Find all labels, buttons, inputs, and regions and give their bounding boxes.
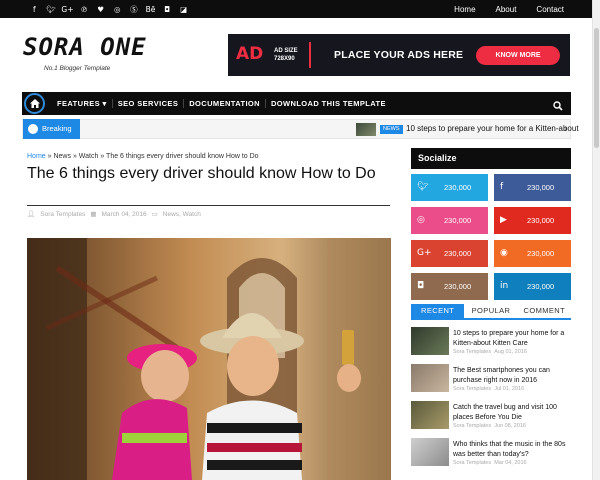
- list-item-meta: Sora Templates Jun 08, 2016: [453, 423, 526, 429]
- ad-logo: AD: [236, 44, 264, 64]
- user-icon: 👤︎: [27, 211, 36, 218]
- folder-icon: ▭: [151, 211, 158, 218]
- pinterest-icon[interactable]: ℗: [76, 5, 93, 14]
- sidebar-tabs: RECENT POPULAR COMMENT: [411, 304, 571, 320]
- breadcrumb-home[interactable]: Home: [27, 153, 46, 160]
- youtube-icon: ▶: [500, 215, 507, 225]
- home-icon: [29, 99, 40, 108]
- dribbble-icon[interactable]: ◎: [109, 5, 126, 14]
- ad-size-label: AD SIZE 728X90: [274, 48, 298, 62]
- post-title: The 6 things every driver should know Ho…: [27, 165, 376, 182]
- post-meta: 👤︎ Sora Templates ▦ March 04, 2016 ▭ New…: [27, 210, 201, 219]
- list-item-meta: Sora Templates Jul 01, 2016: [453, 386, 525, 392]
- list-item[interactable]: Catch the travel bug and visit 100 place…: [411, 401, 571, 435]
- nav-item-seo-services[interactable]: SEO SERVICES: [111, 99, 184, 108]
- heart-icon[interactable]: ♥: [92, 5, 109, 14]
- google-plus-icon: G+: [417, 248, 432, 258]
- ad-banner[interactable]: AD AD SIZE 728X90 PLACE YOUR ADS HERE KNO…: [228, 34, 570, 76]
- breaking-news-bar: Breaking NEWS 10 steps to prepare your h…: [22, 119, 579, 139]
- chevron-right-icon[interactable]: ›: [564, 124, 567, 133]
- list-item[interactable]: 10 steps to prepare your home for a Kitt…: [411, 327, 571, 361]
- site-tagline: No.1 Blogger Template: [44, 65, 111, 72]
- facebook-icon[interactable]: f: [26, 5, 43, 14]
- list-item-title[interactable]: Catch the travel bug and visit 100 place…: [453, 403, 571, 423]
- post-thumbnail[interactable]: [411, 327, 449, 355]
- list-item-title[interactable]: Who thinks that the music in the 80s was…: [453, 440, 571, 460]
- dribbble-icon: ◎: [417, 215, 425, 225]
- list-item-title[interactable]: 10 steps to prepare your home for a Kitt…: [453, 329, 571, 349]
- title-divider: [27, 205, 390, 206]
- post-thumbnail[interactable]: [411, 401, 449, 429]
- nav-item-documentation[interactable]: DOCUMENTATION: [183, 99, 265, 108]
- social-tile-rss[interactable]: ◉ 230,000: [494, 240, 571, 267]
- instagram-icon: ◘: [417, 281, 425, 291]
- post-date: March 04, 2016: [101, 210, 147, 218]
- list-item[interactable]: Who thinks that the music in the 80s was…: [411, 438, 571, 472]
- list-item[interactable]: The Best smartphones you can purchase ri…: [411, 364, 571, 398]
- rss-icon: ◉: [500, 248, 508, 258]
- post-thumbnail[interactable]: [411, 364, 449, 392]
- top-link-contact[interactable]: Contact: [536, 5, 564, 14]
- tab-recent[interactable]: RECENT: [411, 304, 465, 318]
- flash-icon: [28, 124, 38, 134]
- social-tile-facebook[interactable]: f 230,000: [494, 174, 571, 201]
- tab-comment[interactable]: COMMENT: [518, 304, 571, 318]
- delicious-icon[interactable]: ◪: [175, 5, 192, 14]
- social-tile-instagram[interactable]: ◘ 230,000: [411, 273, 488, 300]
- post-hero-image: [27, 238, 391, 480]
- main-nav: FEATURES ▾ SEO SERVICES DOCUMENTATION DO…: [22, 92, 571, 115]
- calendar-icon: ▦: [90, 211, 97, 218]
- twitter-icon[interactable]: 🐦︎: [43, 5, 60, 14]
- social-tile-linkedin[interactable]: in 230,000: [494, 273, 571, 300]
- social-tile-dribbble[interactable]: ◎ 230,000: [411, 207, 488, 234]
- post-thumbnail[interactable]: [411, 438, 449, 466]
- breaking-thumbnail[interactable]: [356, 123, 376, 136]
- breaking-tag: NEWS: [380, 125, 403, 134]
- breadcrumb-current: The 6 things every driver should know Ho…: [106, 153, 259, 160]
- ad-know-more-button[interactable]: KNOW MORE: [476, 46, 560, 65]
- behance-icon[interactable]: Bē: [142, 5, 159, 14]
- breaking-headline[interactable]: 10 steps to prepare your home for a Kitt…: [406, 124, 579, 133]
- twitter-icon: 🐦︎: [417, 182, 429, 192]
- page: f 🐦︎ G+ ℗ ♥ ◎ Ⓢ Bē ◘ ◪ Home About Contac…: [0, 0, 600, 480]
- top-link-about[interactable]: About: [496, 5, 517, 14]
- site-logo[interactable]: SORA ONE: [23, 33, 147, 61]
- top-link-home[interactable]: Home: [454, 5, 475, 14]
- social-tile-google-plus[interactable]: G+ 230,000: [411, 240, 488, 267]
- post-labels[interactable]: News, Watch: [163, 211, 201, 218]
- breaking-label: Breaking: [23, 119, 80, 139]
- nav-item-features[interactable]: FEATURES ▾: [52, 99, 112, 108]
- post-author[interactable]: Sora Templates: [40, 211, 85, 218]
- list-item-title[interactable]: The Best smartphones you can purchase ri…: [453, 366, 571, 386]
- ad-text: PLACE YOUR ADS HERE: [334, 49, 464, 61]
- linkedin-icon: in: [500, 281, 509, 291]
- search-icon: [553, 101, 563, 111]
- nav-items: FEATURES ▾ SEO SERVICES DOCUMENTATION DO…: [52, 92, 391, 115]
- ad-divider: [309, 42, 311, 68]
- skype-icon[interactable]: Ⓢ: [126, 4, 143, 15]
- google-plus-icon[interactable]: G+: [59, 5, 76, 14]
- search-button[interactable]: [553, 98, 563, 116]
- top-links: Home About Contact: [454, 0, 564, 18]
- breadcrumb-watch[interactable]: Watch: [79, 153, 99, 160]
- social-tile-twitter[interactable]: 🐦︎ 230,000: [411, 174, 488, 201]
- list-item-meta: Sora Templates Aug 01, 2016: [453, 349, 527, 355]
- facebook-icon: f: [500, 182, 504, 192]
- home-button[interactable]: [24, 93, 45, 114]
- list-item-meta: Sora Templates Mar 04, 2016: [453, 460, 527, 466]
- tab-popular[interactable]: POPULAR: [464, 304, 517, 318]
- breadcrumb: Home » News » Watch » The 6 things every…: [27, 153, 259, 160]
- page-scrollbar[interactable]: [592, 0, 600, 480]
- social-tile-youtube[interactable]: ▶ 230,000: [494, 207, 571, 234]
- top-bar: f 🐦︎ G+ ℗ ♥ ◎ Ⓢ Bē ◘ ◪ Home About Contac…: [0, 0, 592, 18]
- social-links: f 🐦︎ G+ ℗ ♥ ◎ Ⓢ Bē ◘ ◪: [26, 0, 192, 18]
- scrollbar-thumb[interactable]: [594, 28, 599, 148]
- instagram-icon[interactable]: ◘: [159, 5, 176, 14]
- nav-item-download[interactable]: DOWNLOAD THIS TEMPLATE: [264, 99, 391, 108]
- breadcrumb-news[interactable]: News: [53, 153, 71, 160]
- socialize-heading: Socialize: [411, 148, 571, 169]
